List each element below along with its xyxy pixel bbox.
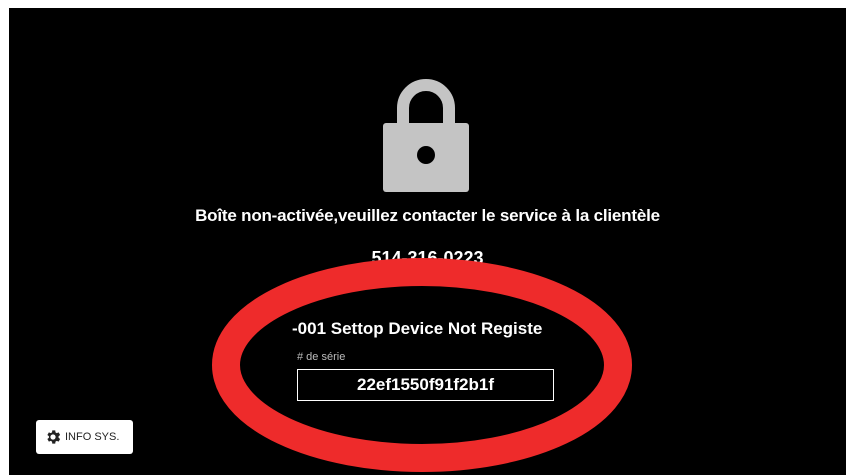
activation-message: Boîte non-activée,veuillez contacter le … xyxy=(195,206,660,225)
serial-label: # de série xyxy=(297,351,346,363)
support-phone: 514-316-0223 xyxy=(371,248,484,268)
serial-number-value: 22ef1550f91f2b1f xyxy=(356,375,495,394)
activation-screen: Boîte non-activée,veuillez contacter le … xyxy=(9,8,846,475)
gear-icon xyxy=(47,430,61,444)
info-sys-button[interactable]: INFO SYS. xyxy=(36,420,133,454)
info-sys-label: INFO SYS. xyxy=(65,431,120,443)
lock-icon xyxy=(383,79,469,192)
serial-number-field: 22ef1550f91f2b1f xyxy=(297,369,554,401)
error-message: -001 Settop Device Not Registe xyxy=(292,319,543,338)
